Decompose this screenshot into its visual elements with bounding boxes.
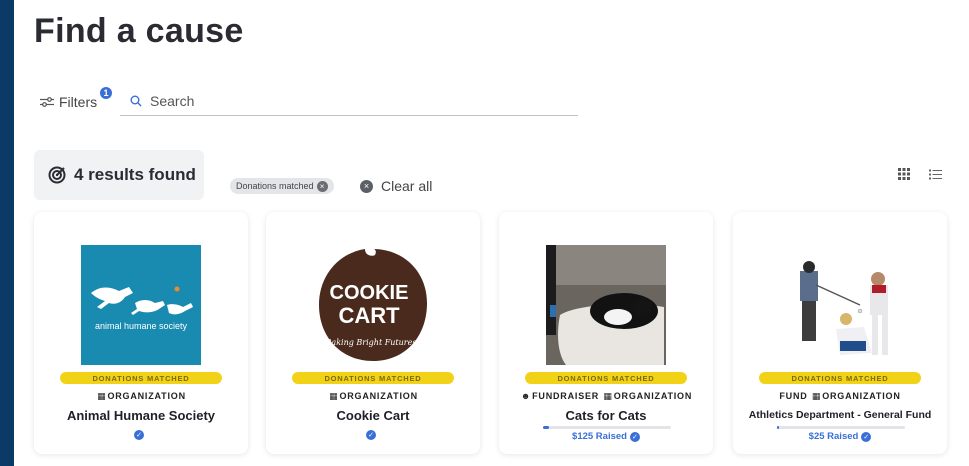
- cookie-cart-logo: COOKIE CART Baking Bright Futures: [313, 245, 433, 365]
- building-icon: ▦: [603, 391, 613, 401]
- verified-icon: ✓: [861, 431, 872, 442]
- cause-type: ☻FUNDRAISER ▦ORGANIZATION: [499, 391, 713, 402]
- grid-view-icon[interactable]: [896, 166, 912, 182]
- cause-logo-image: COOKIE CART Baking Bright Futures: [313, 245, 433, 365]
- donations-matched-badge: DONATIONS MATCHED: [60, 372, 222, 384]
- cause-type: ▦ORGANIZATION: [266, 391, 480, 402]
- active-filter-label: Donations matched: [236, 181, 314, 191]
- cause-card[interactable]: animal humane society DONATIONS MATCHED …: [34, 212, 248, 454]
- page-title: Find a cause: [34, 12, 244, 50]
- logo-text-top: COOKIE: [330, 282, 409, 304]
- logo-text-script: Baking Bright Futures: [325, 338, 417, 347]
- results-count-box: 4 results found: [34, 150, 204, 200]
- filters-count-badge: 1: [100, 87, 112, 99]
- search-bar[interactable]: [120, 86, 578, 116]
- fundraising-progress-bar: [777, 426, 905, 429]
- remove-filter-icon[interactable]: ×: [316, 180, 328, 192]
- cause-name[interactable]: Cats for Cats: [499, 408, 713, 423]
- list-view-icon[interactable]: [927, 166, 943, 182]
- verified-icon: ✓: [134, 430, 144, 440]
- verified-icon: ✓: [629, 431, 640, 442]
- cat-photo: [546, 245, 666, 365]
- building-icon: ▦: [811, 391, 822, 401]
- athletes-collage: [780, 245, 900, 365]
- search-icon: [130, 95, 142, 106]
- type-label: ORGANIZATION: [339, 391, 418, 401]
- cause-name[interactable]: Animal Humane Society: [34, 408, 248, 423]
- verified-icon: ✓: [366, 430, 376, 440]
- active-filter-chip[interactable]: Donations matched ×: [230, 178, 334, 194]
- fundraising-progress-bar: [543, 426, 671, 429]
- clear-all-button[interactable]: × Clear all: [360, 178, 432, 194]
- filters-label: Filters: [59, 94, 98, 110]
- filters-sliders-icon: [40, 97, 54, 107]
- donations-matched-badge: DONATIONS MATCHED: [759, 372, 921, 384]
- cause-card[interactable]: DONATIONS MATCHED ☻FUNDRAISER ▦ORGANIZAT…: [499, 212, 713, 454]
- amount-raised: $125 Raised ✓: [499, 431, 713, 442]
- clear-all-label: Clear all: [381, 178, 433, 194]
- cause-photo: [546, 245, 666, 365]
- cause-logo-image: animal humane society: [81, 245, 201, 365]
- building-icon: ▦: [97, 391, 107, 401]
- cause-type: FUND ▦ORGANIZATION: [733, 391, 947, 402]
- type-label: FUND: [779, 391, 808, 401]
- cause-card[interactable]: DONATIONS MATCHED FUND ▦ORGANIZATION Ath…: [733, 212, 947, 454]
- search-input[interactable]: [150, 92, 550, 109]
- logo-text: animal humane society: [95, 321, 188, 331]
- raised-label: $25 Raised: [808, 431, 859, 442]
- page: Find a cause Filters 1 4 results found D…: [14, 0, 969, 466]
- amount-raised: $25 Raised ✓: [733, 431, 947, 442]
- animal-humane-society-logo: animal humane society: [81, 245, 201, 365]
- cause-card[interactable]: COOKIE CART Baking Bright Futures DONATI…: [266, 212, 480, 454]
- cause-name[interactable]: Cookie Cart: [266, 408, 480, 423]
- results-count: 4 results found: [74, 165, 196, 184]
- donations-matched-badge: DONATIONS MATCHED: [525, 372, 687, 384]
- type-label: ORGANIZATION: [107, 391, 186, 401]
- cause-name[interactable]: Athletics Department - General Fund: [733, 409, 947, 421]
- progress-fill: [543, 426, 550, 429]
- progress-fill: [777, 426, 779, 429]
- type-label: ORGANIZATION: [822, 391, 901, 401]
- cause-type: ▦ORGANIZATION: [34, 391, 248, 402]
- donations-matched-badge: DONATIONS MATCHED: [292, 372, 454, 384]
- cause-photo: [780, 245, 900, 365]
- clear-icon: ×: [360, 179, 373, 193]
- person-icon: ☻: [520, 391, 532, 401]
- raised-label: $125 Raised: [572, 431, 627, 442]
- filters-button[interactable]: Filters 1: [40, 87, 112, 110]
- type-label: ORGANIZATION: [613, 391, 693, 401]
- type-label: FUNDRAISER: [532, 391, 600, 401]
- logo-text-mid: CART: [338, 303, 400, 328]
- building-icon: ▦: [329, 391, 339, 401]
- target-icon: [48, 166, 66, 184]
